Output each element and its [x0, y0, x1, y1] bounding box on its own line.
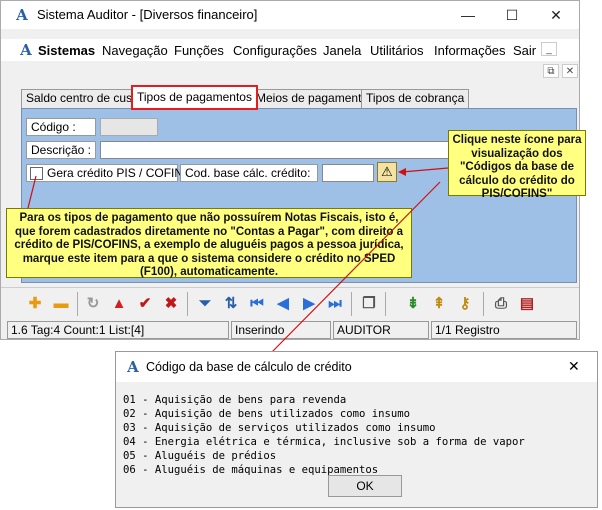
- key-icon[interactable]: ⚷: [455, 294, 475, 314]
- tab-tipos-de-cobranca[interactable]: Tipos de cobrança: [361, 89, 470, 108]
- copy-icon[interactable]: ❐: [359, 294, 379, 314]
- filter-icon[interactable]: ⏷: [195, 294, 215, 314]
- pis-cofins-checkbox[interactable]: [30, 167, 43, 180]
- menu-utilitarios[interactable]: Utilitários: [370, 43, 423, 58]
- code-line-02[interactable]: 02 - Aquisição de bens utilizados como i…: [123, 408, 410, 420]
- remove-icon[interactable]: ▬: [51, 294, 71, 314]
- toolbar-separator: [483, 292, 484, 316]
- first-record-icon[interactable]: ⏮: [247, 294, 267, 314]
- menu-informacoes[interactable]: Informações: [434, 43, 506, 58]
- dialog-app-icon: A: [127, 358, 139, 376]
- mdi-restore-button[interactable]: ⧉: [543, 64, 559, 78]
- last-record-icon[interactable]: ⏭: [325, 294, 345, 314]
- code-line-05[interactable]: 05 - Aluguéis de prédios: [123, 450, 276, 462]
- window-title: Sistema Auditor - [Diversos financeiro]: [37, 7, 258, 22]
- menu-bar: A Sistemas Navegação Funções Configuraçõ…: [1, 39, 579, 61]
- codes-dialog: A Código da base de cálculo de crédito ✕…: [115, 351, 598, 508]
- menu-navegacao[interactable]: Navegação: [102, 43, 168, 58]
- code-line-03[interactable]: 03 - Aquisição de serviços utilizados co…: [123, 422, 436, 434]
- status-record: 1/1 Registro: [431, 321, 577, 339]
- icon-callout: Clique neste ícone para visualização dos…: [448, 130, 586, 200]
- dialog-title-bar: A Código da base de cálculo de crédito ✕: [116, 352, 597, 382]
- toolbar-separator: [385, 292, 386, 316]
- tab-meios-de-pagamento[interactable]: Meios de pagamento: [251, 89, 374, 108]
- menu-sistemas[interactable]: Sistemas: [38, 43, 95, 58]
- toolbar: ✚ ▬ ↻ ▲ ✔ ✖ ⏷ ⇅ ⏮ ◀ ▶ ⏭ ❐ ⇟ ⇞ ⚷ ⎙ ▤: [1, 287, 579, 319]
- toolbar-separator: [77, 292, 78, 316]
- code-line-01[interactable]: 01 - Aquisição de bens para revenda: [123, 394, 346, 406]
- mdi-close-button[interactable]: ✕: [562, 64, 578, 78]
- toolbar-separator: [187, 292, 188, 316]
- sort-icon[interactable]: ⇅: [221, 294, 241, 314]
- status-info: 1.6 Tag:4 Count:1 List:[4]: [7, 321, 229, 339]
- toolbar-separator: [351, 292, 352, 316]
- lookup-codes-icon[interactable]: ⚠: [377, 162, 397, 182]
- print-icon[interactable]: ⎙: [491, 294, 511, 314]
- status-mode: Inserindo: [231, 321, 331, 339]
- descricao-label: Descrição :: [26, 141, 96, 159]
- menu-janela[interactable]: Janela: [323, 43, 361, 58]
- report-icon[interactable]: ▤: [517, 294, 537, 314]
- codigo-label: Código :: [26, 118, 96, 136]
- menu-sair[interactable]: Sair: [513, 43, 536, 58]
- first-icon[interactable]: ▲: [109, 294, 129, 314]
- checkbox-callout: Para os tipos de pagamento que não possu…: [6, 208, 412, 278]
- maximize-button[interactable]: ☐: [489, 1, 535, 29]
- app-logo-icon: A: [16, 6, 28, 24]
- import-icon[interactable]: ⇞: [429, 294, 449, 314]
- menu-funcoes[interactable]: Funções: [174, 43, 224, 58]
- pis-cofins-checkbox-group[interactable]: Gera crédito PIS / COFINS: [26, 164, 191, 182]
- pis-cofins-checkbox-label: Gera crédito PIS / COFINS: [47, 166, 192, 180]
- add-icon[interactable]: ✚: [25, 294, 45, 314]
- dialog-title: Código da base de cálculo de crédito: [146, 360, 352, 374]
- tab-tipos-de-pagamentos[interactable]: Tipos de pagamentos: [131, 85, 258, 110]
- ok-button[interactable]: OK: [328, 475, 402, 497]
- dialog-close-button[interactable]: ✕: [568, 358, 580, 375]
- cod-base-input[interactable]: [322, 164, 374, 182]
- codigo-field: [100, 118, 158, 136]
- close-button[interactable]: ✕: [533, 1, 579, 29]
- app-menu-icon[interactable]: A: [17, 41, 35, 59]
- confirm-icon[interactable]: ✔: [135, 294, 155, 314]
- tab-saldo-centro-custo[interactable]: Saldo centro de custo: [21, 89, 148, 108]
- export-icon[interactable]: ⇟: [403, 294, 423, 314]
- menu-configuracoes[interactable]: Configurações: [233, 43, 317, 58]
- cod-base-label: Cod. base cálc. crédito:: [180, 164, 318, 182]
- prev-record-icon[interactable]: ◀: [273, 294, 293, 314]
- minimize-button[interactable]: —: [445, 1, 491, 29]
- mdi-minimize-button[interactable]: _: [541, 42, 557, 56]
- title-bar: A Sistema Auditor - [Diversos financeiro…: [1, 1, 579, 29]
- next-record-icon[interactable]: ▶: [299, 294, 319, 314]
- refresh-icon[interactable]: ↻: [83, 294, 103, 314]
- code-line-04[interactable]: 04 - Energia elétrica e térmica, inclusi…: [123, 436, 525, 448]
- status-user: AUDITOR: [333, 321, 429, 339]
- cancel-icon[interactable]: ✖: [161, 294, 181, 314]
